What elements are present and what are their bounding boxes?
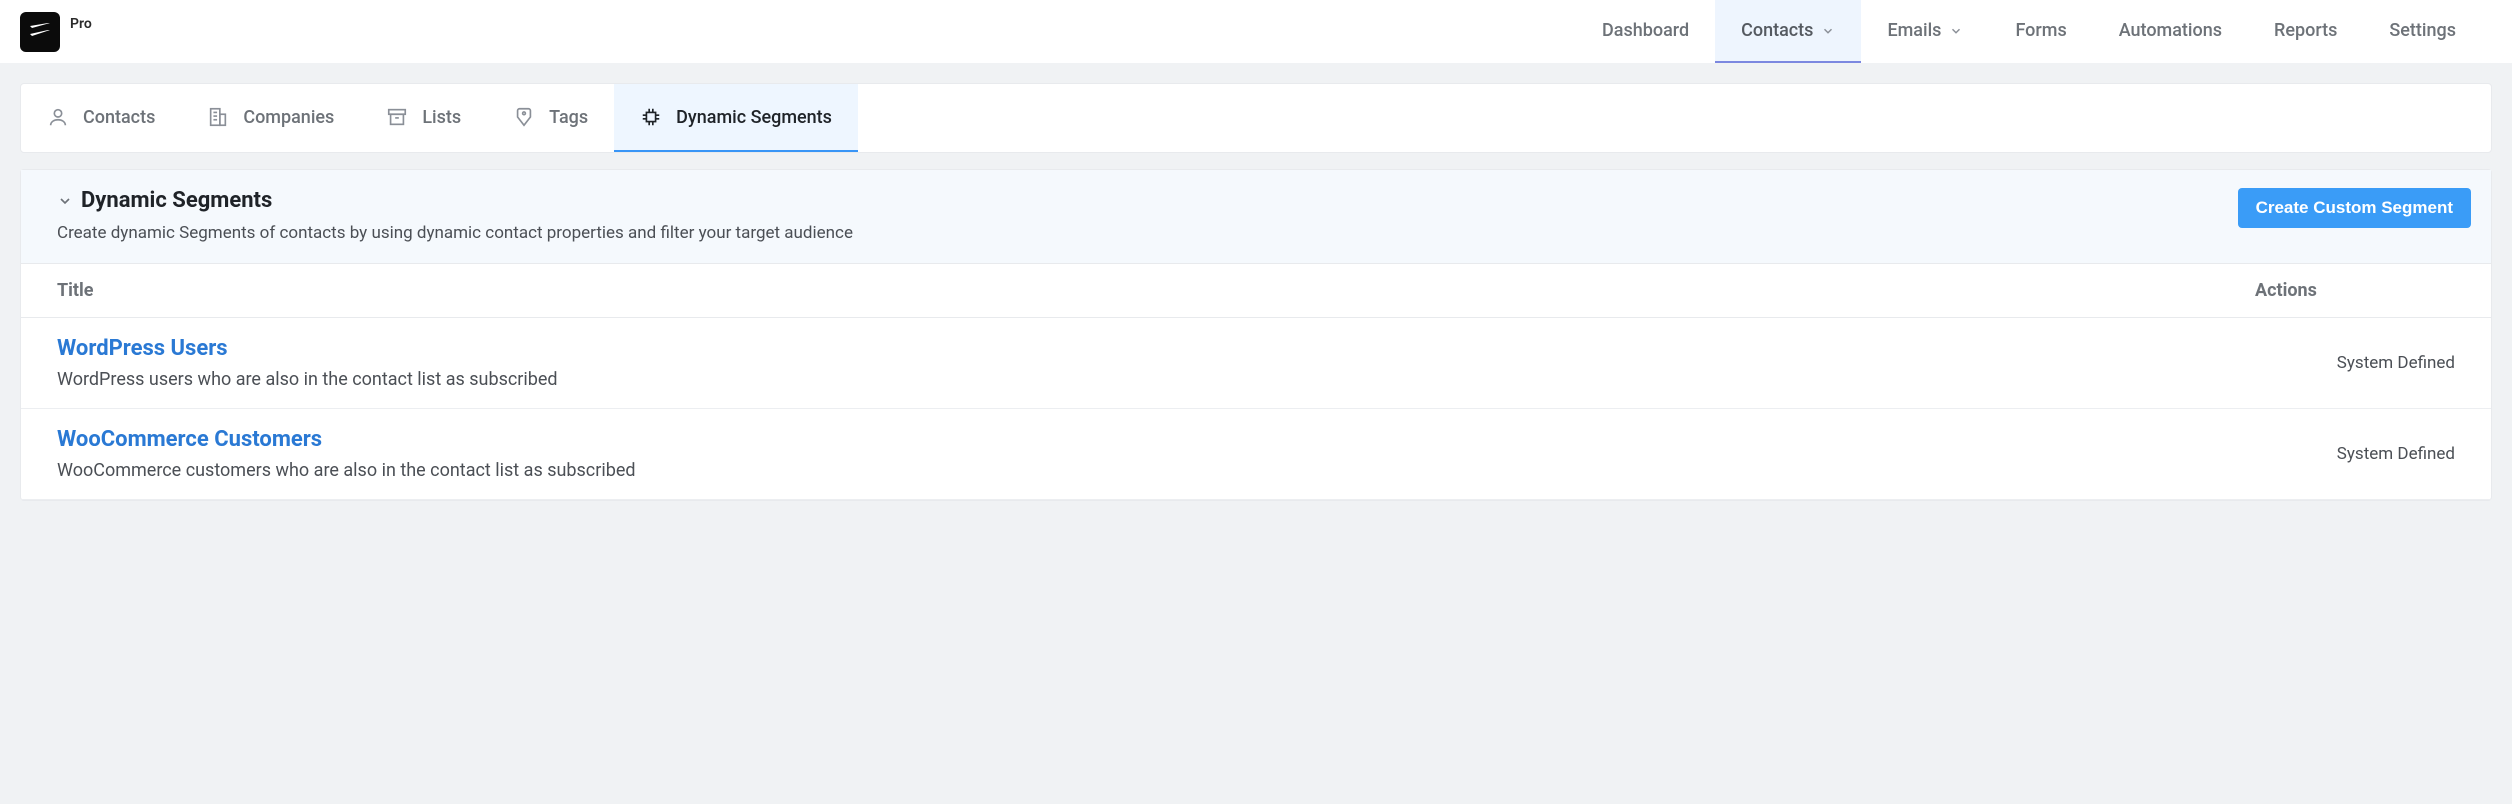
tab-label: Companies: [243, 107, 334, 128]
nav-label: Settings: [2389, 20, 2456, 41]
nav-label: Reports: [2274, 20, 2337, 41]
nav-automations[interactable]: Automations: [2093, 0, 2248, 63]
segment-link[interactable]: WordPress Users: [57, 336, 2255, 361]
column-title: Title: [57, 280, 2255, 301]
tab-label: Dynamic Segments: [676, 107, 832, 128]
panel-title-row[interactable]: Dynamic Segments: [57, 188, 853, 213]
tab-companies[interactable]: Companies: [181, 84, 360, 152]
tab-tags[interactable]: Tags: [487, 84, 614, 152]
tab-label: Tags: [549, 107, 588, 128]
row-actions: System Defined: [2255, 353, 2455, 373]
nav-forms[interactable]: Forms: [1989, 0, 2092, 63]
segment-type-label: System Defined: [2337, 353, 2455, 373]
tab-lists[interactable]: Lists: [360, 84, 487, 152]
nav-label: Contacts: [1741, 20, 1813, 41]
row-main: WordPress Users WordPress users who are …: [57, 336, 2255, 390]
chip-icon: [640, 106, 662, 128]
row-actions: System Defined: [2255, 444, 2455, 464]
building-icon: [207, 106, 229, 128]
chevron-down-icon: [1949, 24, 1963, 38]
table-row: WooCommerce Customers WooCommerce custom…: [21, 409, 2491, 500]
segment-description: WordPress users who are also in the cont…: [57, 369, 2255, 390]
app-header: Pro Dashboard Contacts Emails Forms Auto…: [0, 0, 2512, 63]
nav-emails[interactable]: Emails: [1861, 0, 1989, 63]
table-header: Title Actions: [21, 264, 2491, 318]
top-nav: Dashboard Contacts Emails Forms Automati…: [1576, 0, 2482, 63]
panel-header: Dynamic Segments Create dynamic Segments…: [21, 170, 2491, 264]
segments-panel: Dynamic Segments Create dynamic Segments…: [20, 169, 2492, 501]
sub-tabs: Contacts Companies Lists Tags Dynamic Se…: [20, 83, 2492, 153]
column-actions: Actions: [2255, 280, 2455, 301]
nav-label: Emails: [1887, 20, 1941, 41]
tag-icon: [513, 106, 535, 128]
row-main: WooCommerce Customers WooCommerce custom…: [57, 427, 2255, 481]
panel-description: Create dynamic Segments of contacts by u…: [57, 223, 853, 243]
create-custom-segment-button[interactable]: Create Custom Segment: [2238, 188, 2471, 228]
tab-contacts[interactable]: Contacts: [21, 84, 181, 152]
panel-title: Dynamic Segments: [81, 188, 272, 213]
nav-label: Dashboard: [1602, 20, 1689, 41]
person-icon: [47, 106, 69, 128]
content: Contacts Companies Lists Tags Dynamic Se…: [0, 63, 2512, 521]
brand-label: Pro: [70, 16, 92, 32]
panel-heading: Dynamic Segments Create dynamic Segments…: [57, 188, 853, 243]
nav-label: Automations: [2119, 20, 2222, 41]
tab-dynamic-segments[interactable]: Dynamic Segments: [614, 84, 858, 152]
tab-label: Lists: [422, 107, 461, 128]
table-row: WordPress Users WordPress users who are …: [21, 318, 2491, 409]
segment-link[interactable]: WooCommerce Customers: [57, 427, 2255, 452]
nav-reports[interactable]: Reports: [2248, 0, 2363, 63]
archive-icon: [386, 106, 408, 128]
chevron-down-icon: [1821, 24, 1835, 38]
logo-icon: [28, 20, 52, 44]
brand-logo[interactable]: [20, 12, 60, 52]
segment-type-label: System Defined: [2337, 444, 2455, 464]
chevron-down-icon: [57, 193, 73, 209]
nav-dashboard[interactable]: Dashboard: [1576, 0, 1715, 63]
nav-contacts[interactable]: Contacts: [1715, 0, 1861, 63]
nav-settings[interactable]: Settings: [2363, 0, 2482, 63]
tab-label: Contacts: [83, 107, 155, 128]
nav-label: Forms: [2015, 20, 2066, 41]
brand: Pro: [20, 12, 92, 52]
segment-description: WooCommerce customers who are also in th…: [57, 460, 2255, 481]
